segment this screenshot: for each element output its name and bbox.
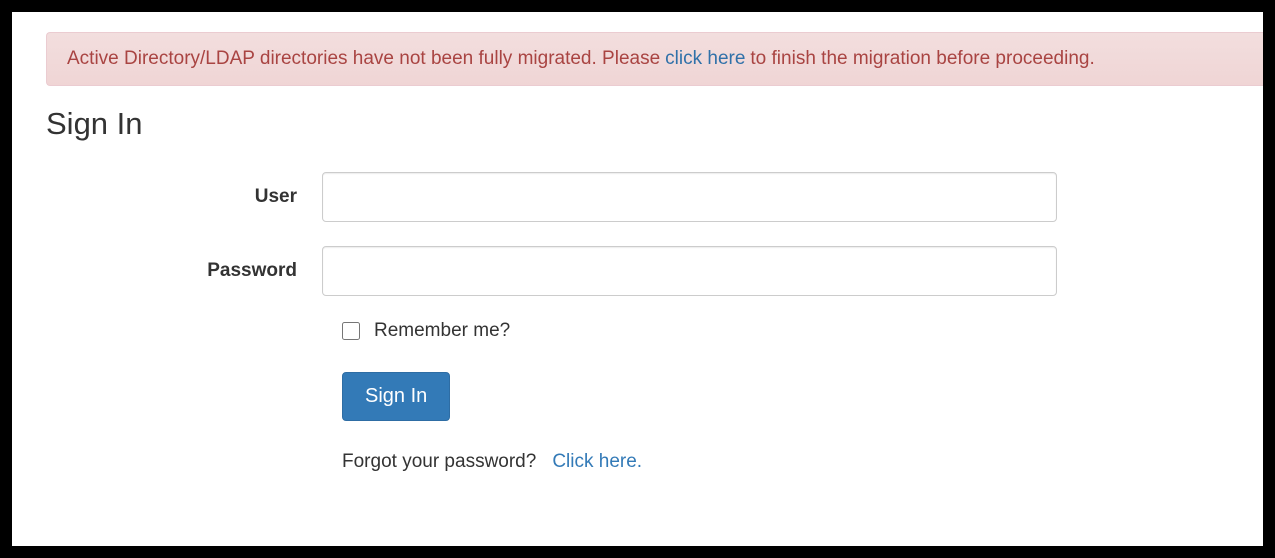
page-container: Active Directory/LDAP directories have n… [12,12,1263,546]
user-label: User [12,186,322,208]
remember-label: Remember me? [374,320,510,342]
password-row: Password [12,246,1263,296]
forgot-link[interactable]: Click here. [552,451,642,473]
sign-in-button[interactable]: Sign In [342,372,450,421]
alert-text-before: Active Directory/LDAP directories have n… [67,48,660,70]
page-title: Sign In [46,106,1263,142]
submit-row: Sign In [342,372,1263,421]
alert-link[interactable]: click here [665,48,745,70]
user-input[interactable] [322,172,1057,222]
forgot-row: Forgot your password? Click here. [342,451,1263,473]
password-input[interactable] [322,246,1057,296]
migration-alert: Active Directory/LDAP directories have n… [46,32,1263,86]
alert-text-after: to finish the migration before proceedin… [750,48,1094,70]
remember-row: Remember me? [342,320,1263,342]
password-label: Password [12,260,322,282]
forgot-text: Forgot your password? [342,451,536,473]
user-row: User [12,172,1263,222]
remember-checkbox[interactable] [342,322,360,340]
